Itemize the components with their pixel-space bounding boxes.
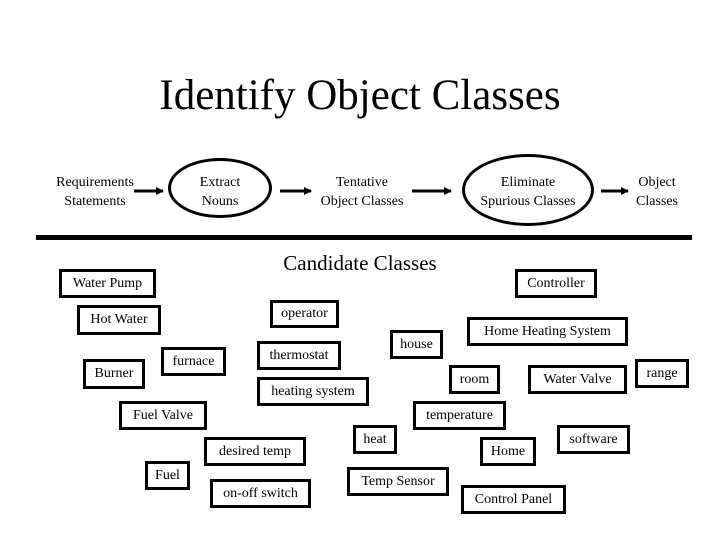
class-box-home: Home [480,437,536,466]
class-box-on-off-switch: on-off switch [210,479,311,508]
class-box-temperature: temperature [413,401,506,430]
class-box-water-valve: Water Valve [528,365,627,394]
class-box-room: room [449,365,500,394]
class-box-house: house [390,330,443,359]
class-box-burner: Burner [83,359,145,389]
class-box-heat: heat [353,425,397,454]
class-box-heating-system: heating system [257,377,369,406]
class-box-controller: Controller [515,269,597,298]
class-box-operator: operator [270,300,339,328]
class-box-thermostat: thermostat [257,341,341,370]
class-box-fuel: Fuel [145,461,190,490]
class-box-temp-sensor: Temp Sensor [347,467,449,496]
class-box-hot-water: Hot Water [77,305,161,335]
class-box-water-pump: Water Pump [59,269,156,298]
class-box-desired-temp: desired temp [204,437,306,466]
class-box-fuel-valve: Fuel Valve [119,401,207,430]
class-box-home-heating-system: Home Heating System [467,317,628,346]
section-divider [36,235,692,240]
class-box-software: software [557,425,630,454]
class-box-furnace: furnace [161,347,226,376]
class-box-range: range [635,359,689,388]
class-box-control-panel: Control Panel [461,485,566,514]
